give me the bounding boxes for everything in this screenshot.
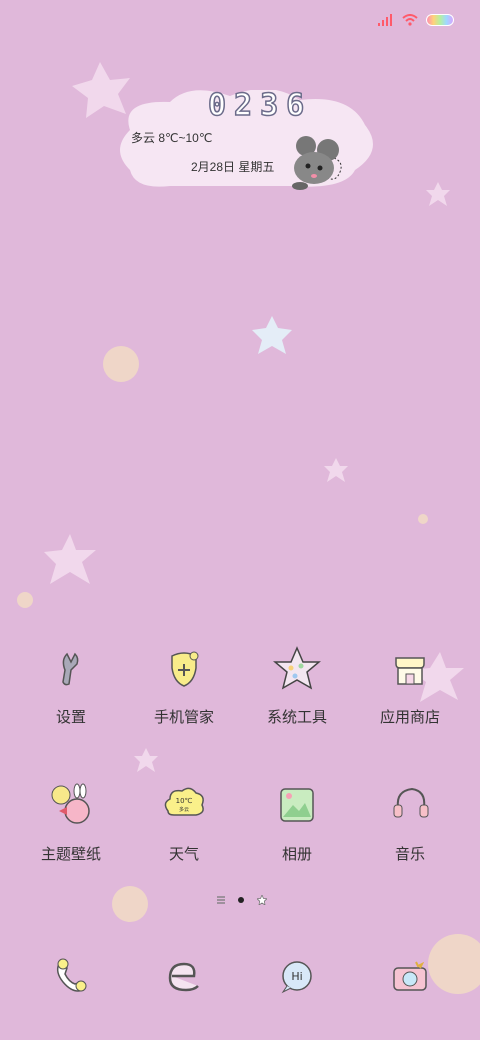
active-page-dot [238, 897, 244, 903]
app-phone-manager[interactable]: 手机管家 [129, 644, 239, 727]
shield-icon [171, 651, 199, 687]
photo-icon [280, 788, 314, 822]
browser-icon [168, 962, 199, 992]
mouse-icon [292, 136, 342, 190]
clock-time: 0236 [207, 87, 313, 124]
app-weather[interactable]: 10℃ 多云 天气 [129, 781, 239, 864]
app-system-tools[interactable]: 系统工具 [242, 644, 352, 727]
star-page-icon [257, 895, 267, 905]
app-label: 手机管家 [153, 709, 214, 726]
star-deco [324, 458, 348, 482]
app-label: 应用商店 [379, 709, 440, 726]
dot-deco [418, 514, 428, 524]
app-label: 设置 [55, 709, 86, 726]
svg-text:10℃: 10℃ [176, 797, 193, 805]
app-label: 主题壁纸 [40, 846, 101, 863]
menu-page-icon [217, 896, 225, 904]
shop-icon [395, 657, 425, 685]
wifi-icon [402, 14, 418, 26]
status-bar [378, 10, 454, 30]
date-text: 2月28日 星期五 [191, 160, 275, 174]
app-gallery[interactable]: 相册 [242, 781, 352, 864]
weather-text: 多云 8℃~10℃ [131, 131, 213, 145]
star-deco [134, 748, 158, 772]
camera-icon [393, 961, 427, 991]
signal-icon [378, 14, 392, 26]
svg-text:多云: 多云 [179, 806, 189, 813]
app-label: 系统工具 [266, 709, 327, 726]
star-folder-icon [273, 646, 321, 690]
app-music[interactable]: 音乐 [355, 781, 465, 864]
dock-phone[interactable] [47, 952, 95, 1000]
battery-icon [426, 14, 454, 26]
app-settings[interactable]: 设置 [16, 644, 126, 727]
phone-icon [56, 958, 87, 992]
app-label: 天气 [168, 846, 199, 863]
page-indicator[interactable] [217, 895, 267, 905]
star-deco [252, 316, 292, 354]
dot-deco [112, 886, 148, 922]
wrench-icon [62, 652, 79, 686]
app-store[interactable]: 应用商店 [355, 644, 465, 727]
star-deco [426, 182, 450, 206]
messages-hi-text: Hi [291, 970, 302, 983]
headphones-icon [393, 787, 429, 818]
balloon-bunny-icon [51, 783, 90, 824]
messages-icon: Hi [281, 961, 312, 994]
dock-messages[interactable]: Hi [273, 952, 321, 1000]
dock-camera[interactable] [386, 952, 434, 1000]
dock-browser[interactable] [160, 952, 208, 1000]
app-label: 音乐 [394, 846, 425, 863]
app-theme-wallpaper[interactable]: 主题壁纸 [16, 781, 126, 864]
dot-deco [103, 346, 139, 382]
star-deco [44, 534, 96, 584]
cloud-weather-icon: 10℃ 多云 [164, 787, 204, 816]
app-label: 相册 [281, 846, 312, 863]
dot-deco [428, 934, 480, 994]
dot-deco [17, 592, 33, 608]
